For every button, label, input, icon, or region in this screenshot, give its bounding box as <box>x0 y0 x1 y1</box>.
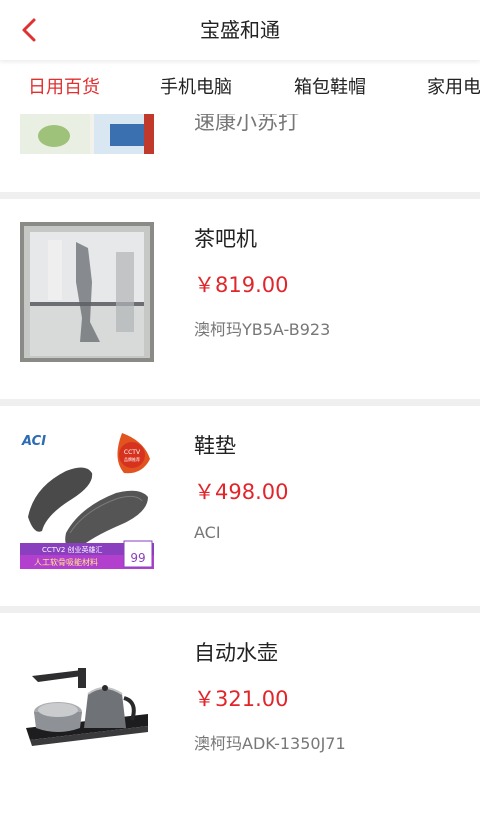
product-price: ￥819.00 <box>194 273 289 297</box>
insole-banner-text: CCTV2 创业英雄汇 <box>42 545 103 554</box>
product-image <box>20 636 154 776</box>
insole-brand-text: ACI <box>21 434 46 449</box>
product-price: ￥321.00 <box>194 687 289 711</box>
product-name: 速康小苏打 <box>194 114 299 134</box>
tab-daily-goods[interactable]: 日用百货 <box>28 60 100 114</box>
product-image <box>20 114 154 154</box>
product-model: ACI <box>194 523 221 542</box>
divider <box>0 606 480 613</box>
product-name: 自动水壶 <box>194 641 278 665</box>
product-item[interactable]: 速康小苏打 <box>0 114 480 192</box>
product-model: 澳柯玛ADK-1350J71 <box>194 734 346 753</box>
divider <box>0 399 480 406</box>
product-image <box>20 222 154 362</box>
product-item[interactable]: 自动水壶 ￥321.00 澳柯玛ADK-1350J71 <box>0 613 480 813</box>
category-tabs: 日用百货 手机电脑 箱包鞋帽 家用电 <box>0 60 480 114</box>
product-image: ACI CCTV 品牌推荐 CCTV2 创业英雄汇 人工软骨吸能材料 99 <box>20 429 154 569</box>
insole-price-tag-text: 99 <box>130 551 145 565</box>
tab-home-appliances[interactable]: 家用电 <box>427 60 480 114</box>
product-price: ￥498.00 <box>194 480 289 504</box>
product-name: 鞋垫 <box>194 434 236 458</box>
page-title: 宝盛和通 <box>200 18 280 42</box>
product-model: 澳柯玛YB5A-B923 <box>194 320 331 339</box>
product-item[interactable]: 茶吧机 ￥819.00 澳柯玛YB5A-B923 <box>0 199 480 399</box>
tab-phones-computers[interactable]: 手机电脑 <box>160 60 232 114</box>
app-header: 宝盛和通 <box>0 0 480 60</box>
insole-badge-text: CCTV <box>124 449 141 456</box>
divider <box>0 192 480 199</box>
tab-bags-shoes-hats[interactable]: 箱包鞋帽 <box>294 60 366 114</box>
product-name: 茶吧机 <box>194 227 257 251</box>
product-list: 速康小苏打 茶吧机 ￥819.00 澳柯玛YB5A-B923 ACI CCTV … <box>0 114 480 813</box>
product-item[interactable]: ACI CCTV 品牌推荐 CCTV2 创业英雄汇 人工软骨吸能材料 99 鞋垫… <box>0 406 480 606</box>
insole-badge-sub-text: 品牌推荐 <box>124 456 140 462</box>
insole-banner2-text: 人工软骨吸能材料 <box>34 557 98 567</box>
